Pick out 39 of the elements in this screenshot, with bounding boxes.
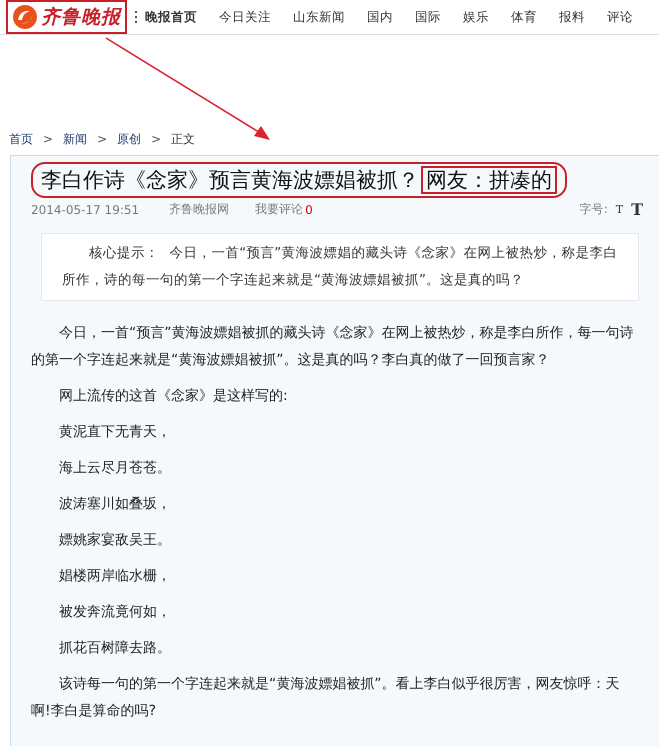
paragraph: 娼楼两岸临水栅，: [58, 567, 172, 586]
nav-link[interactable]: 今日关注: [219, 8, 271, 26]
font-smaller-button[interactable]: T: [616, 203, 624, 216]
paragraph: 该诗每一句的第一个字连起来就是“黄海波嫖娼被抓”。看上李白似乎很厉害，网友惊呼：天啊!李白是算命的吗?: [31, 675, 621, 721]
publish-date: 2014-05-17 19:51: [31, 202, 140, 216]
paragraph: 网上流传的这首《念家》是这样写的:: [58, 387, 289, 406]
nav-link[interactable]: 报料: [559, 8, 585, 26]
nav-link[interactable]: 山东新闻: [293, 8, 345, 26]
paragraph: 被发奔流竟何如，: [58, 603, 172, 622]
paragraph: 海上云尽月苍苍。: [58, 459, 172, 478]
font-size-label: 字号:: [580, 201, 608, 218]
separator-icon: [135, 11, 137, 23]
logo-swirl-icon: [12, 4, 38, 30]
source-name: 齐鲁晚报网: [169, 201, 230, 218]
breadcrumb-link[interactable]: 原创: [117, 130, 142, 148]
summary-text: 核心提示： 今日，一首“预言”黄海波嫖娼的藏头诗《念家》在网上被热炒，称是李白所作，诗的每一句的第一个字连起来就是“黄海波嫖娼被抓”。这是真的吗？: [62, 244, 618, 290]
breadcrumb-separator: >: [151, 132, 162, 146]
nav-link[interactable]: 体育: [511, 8, 537, 26]
paragraph: 黄泥直下无青天，: [58, 423, 172, 442]
paragraph: 波涛塞川如叠坂，: [58, 495, 172, 514]
logo[interactable]: 齐鲁晚报: [6, 0, 127, 34]
font-larger-button[interactable]: T: [631, 200, 643, 219]
nav-link[interactable]: 娱乐: [463, 8, 489, 26]
paragraph: 抓花百树障去路。: [58, 639, 172, 658]
logo-text: 齐鲁晚报: [41, 5, 121, 30]
nav-link[interactable]: 国内: [367, 8, 393, 26]
comment-link[interactable]: 我要评论: [255, 201, 304, 218]
nav-link[interactable]: 评论: [607, 8, 633, 26]
nav-link[interactable]: 国际: [415, 8, 441, 26]
breadcrumb-separator: >: [97, 132, 108, 146]
breadcrumb-link[interactable]: 首页: [9, 130, 33, 148]
breadcrumb-separator: >: [43, 132, 54, 146]
article-title: 李白作诗《念家》预言黄海波嫖娼被抓？ 网友：拼凑的: [31, 162, 567, 198]
comment-count: 0: [305, 202, 313, 216]
paragraph: 今日，一首“预言”黄海波嫖娼被抓的藏头诗《念家》在网上被热炒，称是李白所作，每一句诗的第一个字连起来就是“黄海波嫖娼被抓”。这是真的吗？李白真的做了一回预言家？: [31, 324, 635, 370]
breadcrumb-current: 正文: [171, 130, 196, 148]
nav-link[interactable]: 晚报首页: [145, 8, 197, 26]
paragraph: 嫖姚家宴敌吴王。: [58, 531, 172, 550]
breadcrumb-link[interactable]: 新闻: [63, 130, 88, 148]
